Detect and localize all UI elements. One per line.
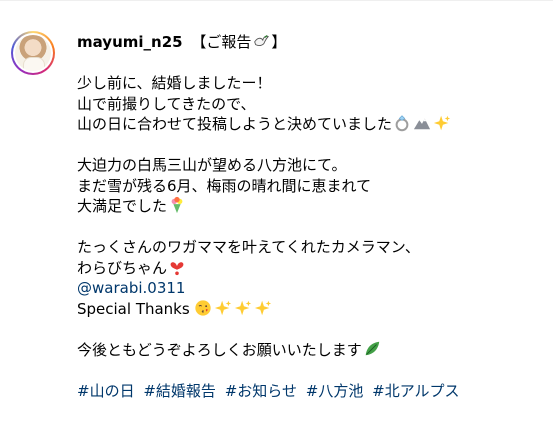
sparkles-icon — [234, 300, 251, 315]
caption-line: 大迫力の白馬三山が望める八方池にて。 — [77, 156, 347, 174]
post-caption: mayumi_n25 【ご報告 】 少し前に、結婚しましたー！ 山で前撮りしてきた… — [77, 32, 547, 401]
caption-line: 大満足でした — [77, 196, 547, 217]
sparkles-icon — [254, 300, 271, 315]
hashtag-link[interactable]: #お知らせ — [225, 382, 297, 400]
mention-link[interactable]: @warabi.0311 — [77, 279, 185, 297]
caption-line: たっくさんのワガママを叶えてくれたカメラマン、 — [77, 238, 420, 256]
ring-icon — [395, 115, 409, 132]
caption-line: 今後ともどうぞよろしくお願いいたします — [77, 340, 547, 361]
caption-title-end: 】 — [271, 33, 287, 51]
caption-line: わらびちゃん — [77, 258, 547, 279]
hashtag-link[interactable]: #北アルプス — [372, 382, 459, 400]
dove-icon — [254, 35, 270, 46]
bouquet-icon — [171, 196, 183, 214]
caption-line: Special Thanks — [77, 299, 547, 320]
caption-title: 【ご報告 — [191, 33, 252, 51]
mountain-icon — [413, 118, 431, 130]
caption-line: 少し前に、結婚しましたー！ — [77, 74, 272, 92]
kissing-face-icon — [195, 299, 211, 316]
username[interactable]: mayumi_n25 — [77, 33, 183, 51]
caption-line: まだ雪が残る6月、梅雨の晴れ間に恵まれて — [77, 176, 372, 195]
sparkles-icon — [433, 115, 451, 131]
caption-line: 山で前撮りしてきたので、 — [77, 94, 256, 113]
hashtag-list: #山の日 #結婚報告 #お知らせ #八方池 #北アルプス — [77, 381, 547, 402]
hashtag-link[interactable]: #八方池 — [306, 382, 364, 400]
caption-line: 山の日に合わせて投稿しようと決めていました — [77, 114, 547, 135]
caption-header: mayumi_n25 【ご報告 】 — [77, 32, 547, 53]
heart-icon — [170, 261, 184, 275]
leaf-icon — [365, 341, 379, 355]
hashtag-link[interactable]: #結婚報告 — [143, 382, 216, 400]
avatar-photo — [15, 35, 51, 71]
top-divider — [0, 0, 553, 1]
sparkles-icon — [214, 300, 231, 315]
avatar[interactable] — [11, 31, 55, 75]
hashtag-link[interactable]: #山の日 — [77, 382, 135, 400]
